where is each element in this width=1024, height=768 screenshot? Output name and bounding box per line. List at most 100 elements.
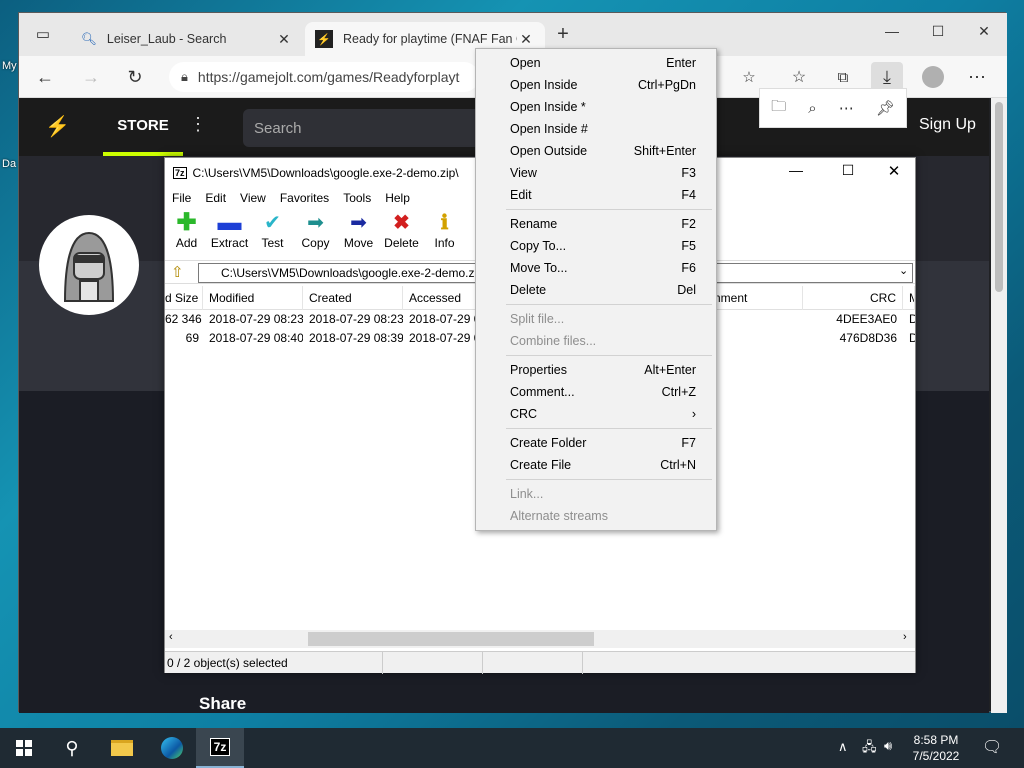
ctx-item[interactable]: Edit F4 <box>476 184 716 206</box>
search-icon: 🔍︎ <box>81 31 97 46</box>
ctx-item-shortcut: F3 <box>681 166 696 180</box>
folder-icon[interactable]: 🗀︎ <box>771 96 786 121</box>
up-folder-icon[interactable]: ⇧ <box>171 263 184 281</box>
ctx-item[interactable]: Open Inside Ctrl+PgDn <box>476 74 716 96</box>
info-button[interactable]: ℹ Info <box>423 210 466 258</box>
more-icon[interactable]: ⋯ <box>961 62 993 92</box>
desktop-icon-label[interactable]: My <box>2 60 17 72</box>
address-bar[interactable]: 🔒︎ https://gamejolt.com/games/Readyforpl… <box>169 62 479 92</box>
delete-x-icon: ✖ <box>393 212 410 234</box>
file-explorer-icon[interactable] <box>98 728 146 768</box>
developer-avatar[interactable] <box>39 215 139 315</box>
move-button[interactable]: ➡ Move <box>337 210 380 258</box>
chevron-down-icon[interactable]: ⌄ <box>899 264 908 277</box>
site-search-input[interactable]: Search <box>243 109 483 147</box>
ctx-item[interactable]: Copy To... F5 <box>476 235 716 257</box>
ctx-item-shortcut: Ctrl+PgDn <box>637 78 696 92</box>
add-button[interactable]: ✚ Add <box>165 210 208 258</box>
search-icon[interactable]: ⚲ <box>48 728 96 768</box>
7zip-taskbar-icon[interactable]: 7z <box>196 728 244 768</box>
ctx-item[interactable]: Open Inside * <box>476 96 716 118</box>
clock[interactable]: 8:58 PM 7/5/2022 <box>906 732 966 764</box>
ctx-item[interactable]: Create Folder F7 <box>476 432 716 454</box>
signup-link[interactable]: Sign Up <box>919 116 976 134</box>
scroll-left-icon[interactable]: ‹ <box>169 631 173 643</box>
ctx-item[interactable]: View F3 <box>476 162 716 184</box>
close-icon[interactable]: ✕ <box>275 31 293 48</box>
minimize-icon[interactable]: — <box>785 162 807 178</box>
ctx-item-label: Comment... <box>510 385 575 399</box>
maximize-icon[interactable]: ☐ <box>837 162 859 179</box>
ctx-item: Split file... <box>476 308 716 330</box>
col-modified[interactable]: Modified <box>203 286 303 310</box>
ctx-item-label: Move To... <box>510 261 568 275</box>
ctx-item[interactable]: CRC › <box>476 403 716 425</box>
minimize-icon[interactable]: — <box>869 13 915 49</box>
scroll-right-icon[interactable]: › <box>903 631 907 643</box>
menu-view[interactable]: View <box>233 191 273 205</box>
share-heading: Share <box>199 694 247 713</box>
windows-start-icon[interactable] <box>0 728 48 768</box>
edge-browser-icon[interactable] <box>148 728 196 768</box>
menu-edit[interactable]: Edit <box>198 191 233 205</box>
forward-icon[interactable]: → <box>75 62 107 92</box>
ctx-item: Link... <box>476 483 716 505</box>
notification-icon[interactable]: 🗨︎ <box>982 737 1002 757</box>
copy-button[interactable]: ➡ Copy <box>294 210 337 258</box>
ctx-item-label: Delete <box>510 283 547 297</box>
col-crc[interactable]: CRC <box>803 286 903 310</box>
col-size[interactable]: d Size <box>165 286 203 310</box>
col-created[interactable]: Created <box>303 286 403 310</box>
new-tab-button[interactable]: + <box>547 19 579 49</box>
ctx-item-label: View <box>510 166 537 180</box>
menu-favorites[interactable]: Favorites <box>273 191 336 205</box>
refresh-icon[interactable]: ↻ <box>119 62 151 92</box>
gamejolt-logo-icon[interactable]: ⚡ <box>45 114 70 139</box>
minus-icon: ▬ <box>217 209 242 236</box>
profile-avatar[interactable] <box>917 62 949 92</box>
ctx-item[interactable]: Rename F2 <box>476 213 716 235</box>
info-icon: ℹ <box>440 212 449 234</box>
pin-icon[interactable]: 📌︎ <box>876 99 895 117</box>
desktop-icon-label[interactable]: Da <box>2 158 16 170</box>
ctx-item[interactable]: Open Enter <box>476 52 716 74</box>
search-downloads-icon[interactable]: ⌕ <box>808 100 816 117</box>
menu-file[interactable]: File <box>165 191 198 205</box>
ctx-item-shortcut: F7 <box>681 436 696 450</box>
ctx-item[interactable]: Move To... F6 <box>476 257 716 279</box>
menu-tools[interactable]: Tools <box>336 191 378 205</box>
downloads-toolbar: 🗀︎ ⌕ ⋯ 📌︎ <box>759 88 907 128</box>
tab-actions-icon[interactable]: ▭ <box>27 19 59 49</box>
menu-help[interactable]: Help <box>378 191 417 205</box>
ctx-item-label: Create Folder <box>510 436 587 450</box>
page-scrollbar[interactable] <box>991 98 1007 713</box>
ctx-item[interactable]: Properties Alt+Enter <box>476 359 716 381</box>
extract-button[interactable]: ▬ Extract <box>208 210 251 258</box>
close-icon[interactable]: ✕ <box>517 31 535 48</box>
ctx-item[interactable]: Delete Del <box>476 279 716 301</box>
close-window-icon[interactable]: ✕ <box>961 13 1007 49</box>
menu-separator <box>506 304 712 305</box>
test-button[interactable]: ✔ Test <box>251 210 294 258</box>
ctx-item[interactable]: Comment... Ctrl+Z <box>476 381 716 403</box>
ctx-item[interactable]: Create File Ctrl+N <box>476 454 716 476</box>
more-vertical-icon[interactable]: ⋮ <box>189 114 207 135</box>
col-method[interactable]: M <box>903 286 915 310</box>
tab-search[interactable]: 🔍︎ Leiser_Laub - Search ✕ <box>71 22 303 56</box>
network-icon[interactable]: 🖧︎ <box>862 738 877 760</box>
ctx-item-label: Open Outside <box>510 144 588 158</box>
ctx-item-label: Create File <box>510 458 572 472</box>
volume-icon[interactable]: 🔊︎ <box>884 738 892 754</box>
chevron-up-icon[interactable]: ∧ <box>838 739 848 755</box>
ctx-item[interactable]: Open Inside # <box>476 118 716 140</box>
more-icon[interactable]: ⋯ <box>839 99 854 117</box>
col-comment[interactable]: omment <box>703 286 803 310</box>
ctx-item: Combine files... <box>476 330 716 352</box>
back-icon[interactable]: ← <box>29 62 61 92</box>
store-tab[interactable]: STORE <box>103 98 183 156</box>
horizontal-scrollbar[interactable]: ‹ › <box>165 630 915 648</box>
maximize-icon[interactable]: ☐ <box>915 13 961 49</box>
ctx-item[interactable]: Open Outside Shift+Enter <box>476 140 716 162</box>
close-icon[interactable]: ✕ <box>883 162 905 180</box>
delete-button[interactable]: ✖ Delete <box>380 210 423 258</box>
